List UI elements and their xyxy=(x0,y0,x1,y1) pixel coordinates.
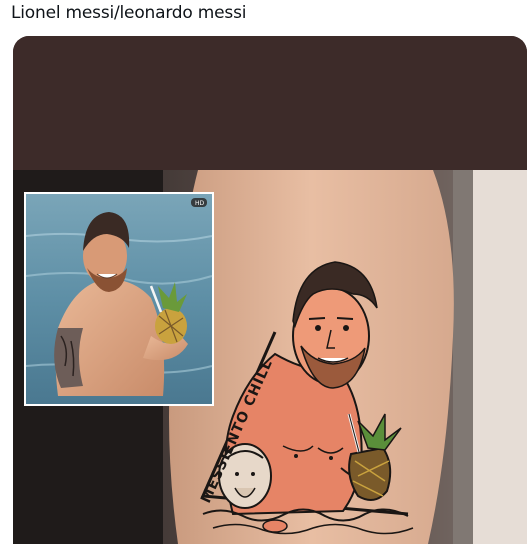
tweet-text: Lionel messi/leonardo messi xyxy=(11,3,247,23)
inset-tattoo-arm xyxy=(54,328,83,388)
tweet-media[interactable]: MESSIENTO CHILL HD xyxy=(13,36,527,544)
inset-photo: HD xyxy=(24,192,214,406)
top-band xyxy=(13,36,527,170)
inset-hd-badge: HD xyxy=(195,200,205,207)
tattoo-pineapple xyxy=(348,446,392,501)
